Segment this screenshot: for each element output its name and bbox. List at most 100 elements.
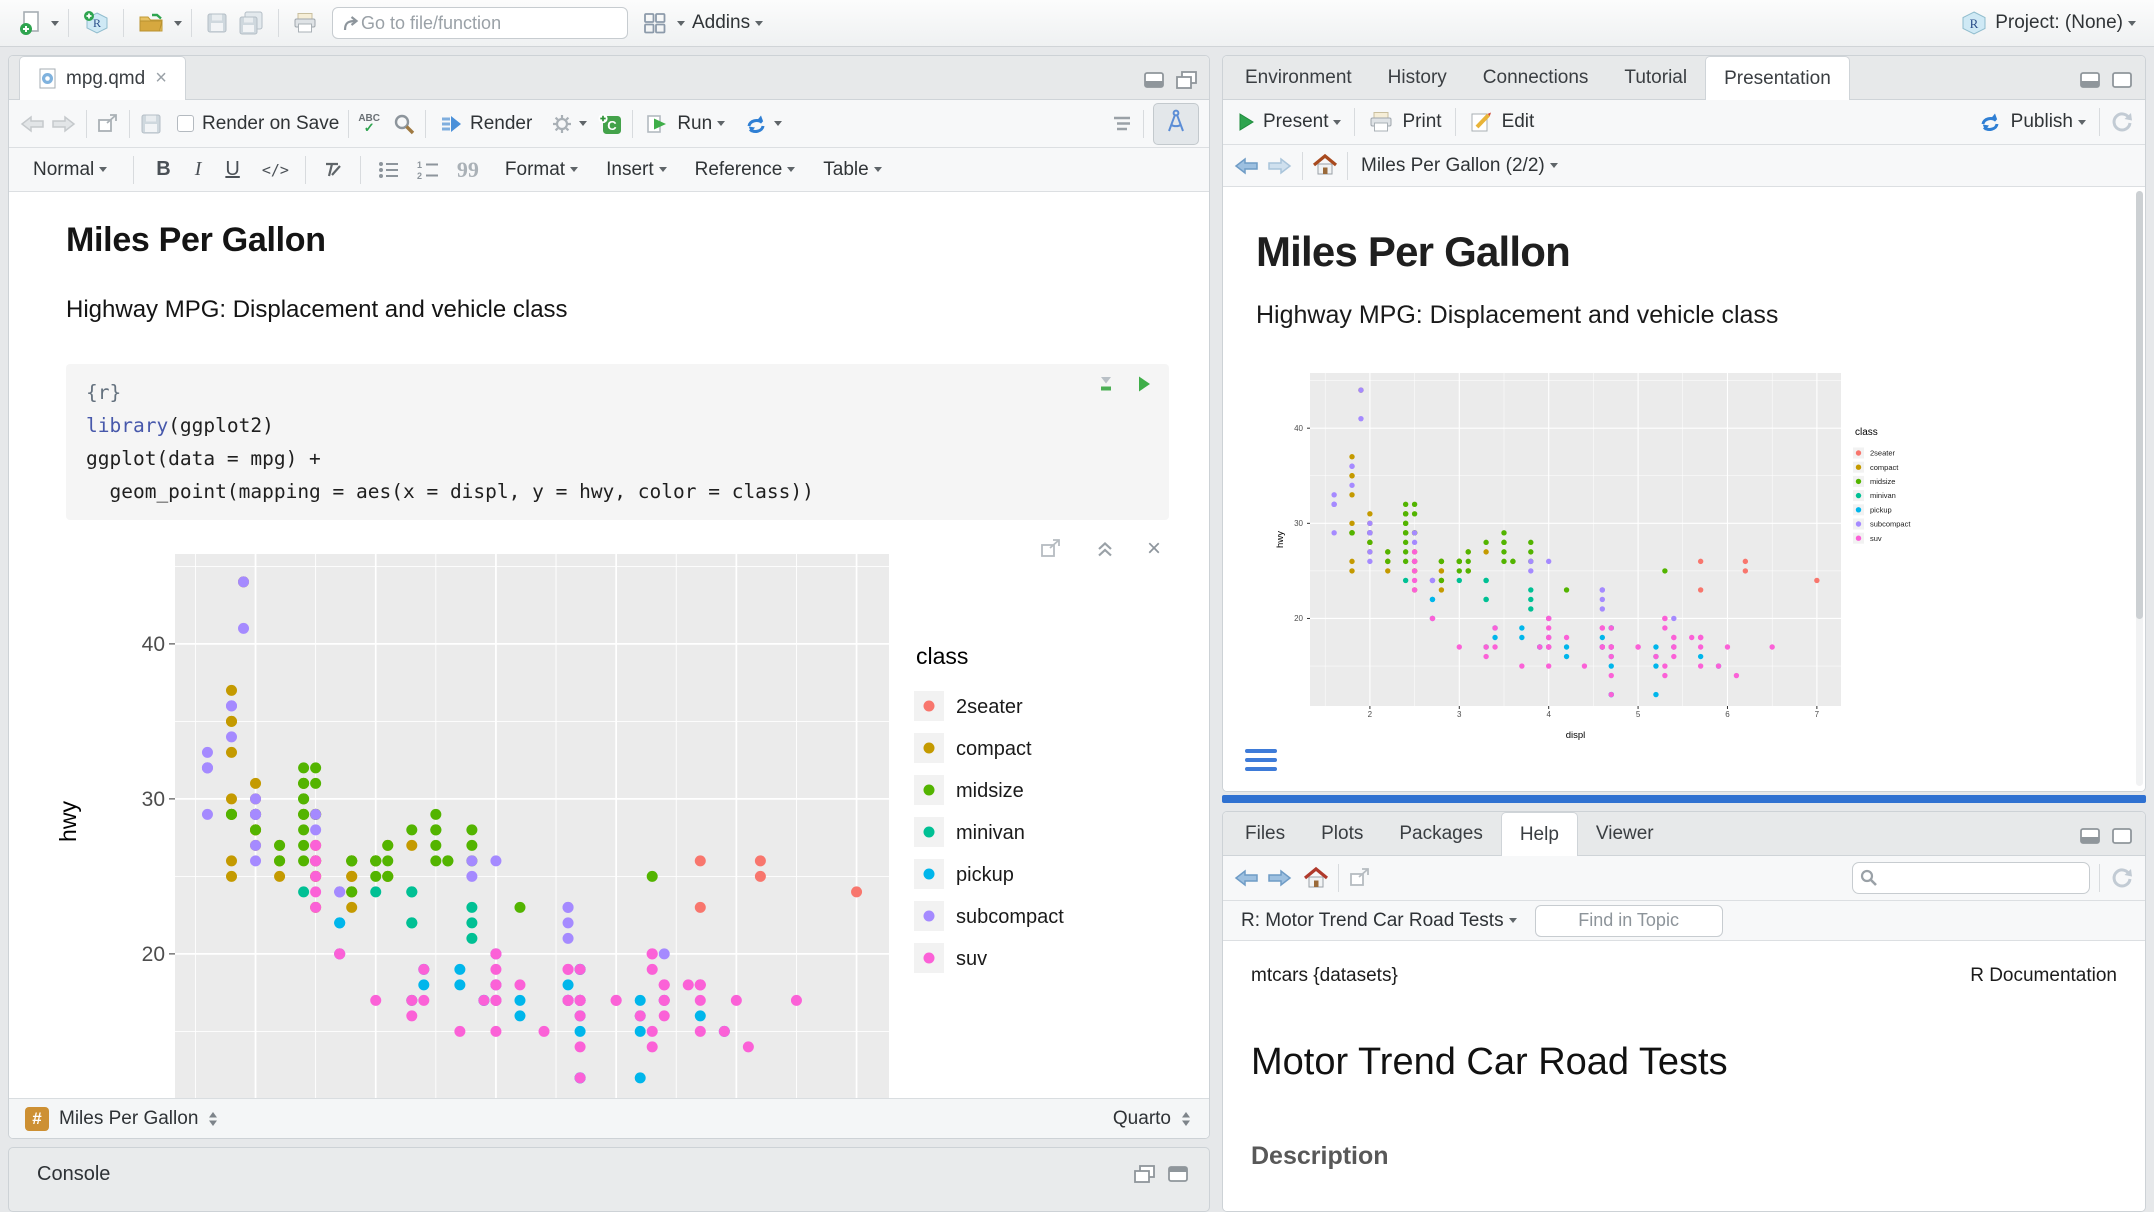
table-menu[interactable]: Table [819,156,885,184]
format-selector-arrows-icon[interactable] [1179,1110,1193,1128]
project-menu[interactable]: R Project: (None) [1956,7,2140,39]
maximize-pane-icon[interactable] [2111,827,2133,845]
console-title[interactable]: Console [37,1163,110,1186]
visual-editor-toggle[interactable] [1153,103,1199,145]
pane-layout-button[interactable] [638,8,672,38]
insert-chunk-icon[interactable]: C [597,112,623,136]
search-icon[interactable] [392,112,416,136]
open-file-button[interactable] [133,8,169,38]
tab-mpg-qmd[interactable]: mpg.qmd × [19,56,186,100]
minimize-pane-icon[interactable] [1143,71,1165,89]
reference-menu[interactable]: Reference [691,156,800,184]
doc-format-label[interactable]: Quarto [1113,1108,1171,1130]
help-home-icon[interactable] [1303,866,1329,891]
outline-icon[interactable] [1110,114,1134,134]
present-button[interactable]: Present [1233,108,1345,136]
refresh-presentation-icon[interactable] [2109,109,2135,135]
tab-history[interactable]: History [1370,56,1465,99]
new-project-button[interactable]: R [78,7,114,39]
tab-viewer[interactable]: Viewer [1578,812,1672,855]
help-topic-dropdown[interactable]: R: Motor Trend Car Road Tests [1241,910,1504,932]
collapse-output-icon[interactable] [1095,540,1115,558]
maximize-pane-icon[interactable] [2111,71,2133,89]
paragraph-style-dropdown[interactable]: Normal [29,156,111,184]
tab-close-icon[interactable]: × [155,67,167,90]
help-search-input[interactable] [1879,868,2069,888]
sync-caret[interactable] [774,121,782,126]
present-caret[interactable] [1333,120,1341,125]
render-on-save-checkbox[interactable]: Render on Save [177,113,339,135]
forward-icon[interactable] [51,113,77,135]
goto-file-input[interactable] [361,13,591,34]
minimize-pane-icon[interactable] [2079,827,2101,845]
tab-plots[interactable]: Plots [1303,812,1381,855]
run-button[interactable]: Run [642,110,729,138]
slide-forward-icon[interactable] [1267,155,1293,177]
code-line[interactable]: library(ggplot2) [86,409,1149,442]
publish-caret[interactable] [2078,120,2086,125]
run-chunk-icon[interactable] [1135,374,1153,394]
clear-format-icon[interactable] [322,160,344,180]
blockquote-icon[interactable]: 99 [457,157,479,183]
pane-layout-caret[interactable] [677,21,685,26]
output-popout-icon[interactable] [1039,538,1063,560]
outline-selector-arrows-icon[interactable] [206,1110,220,1128]
run-chunks-above-icon[interactable] [1095,374,1117,394]
help-refresh-icon[interactable] [2109,865,2135,891]
help-topic-caret[interactable] [1509,918,1517,923]
tab-environment[interactable]: Environment [1227,56,1370,99]
visual-editor-document[interactable]: Miles Per Gallon Highway MPG: Displaceme… [9,193,1209,1100]
publish-button[interactable]: Publish [1973,107,2090,137]
checkbox-icon[interactable] [177,115,194,132]
code-chunk[interactable]: {r}library(ggplot2)ggplot(data = mpg) + … [66,364,1169,520]
addins-caret[interactable] [755,21,763,26]
console-maximize-icon[interactable] [1167,1165,1189,1183]
home-icon[interactable] [1312,153,1338,178]
print-presentation-button[interactable]: Print [1364,107,1445,137]
tab-help[interactable]: Help [1501,812,1578,856]
italic-button[interactable]: I [195,158,202,181]
tab-presentation[interactable]: Presentation [1705,56,1850,100]
active-pane-divider[interactable] [1222,795,2146,803]
underline-button[interactable]: U [225,158,239,181]
help-back-icon[interactable] [1233,867,1259,889]
popout-icon[interactable] [96,113,120,135]
tab-files[interactable]: Files [1227,812,1303,855]
open-recent-caret[interactable] [174,21,182,26]
new-file-button[interactable] [14,7,46,39]
help-forward-icon[interactable] [1267,867,1293,889]
help-popout-icon[interactable] [1348,867,1372,889]
format-menu[interactable]: Format [501,156,582,184]
code-line[interactable]: geom_point(mapping = aes(x = displ, y = … [86,475,1149,508]
print-button[interactable] [288,8,322,38]
numbered-list-icon[interactable]: 12 [417,160,441,180]
slide-back-icon[interactable] [1233,155,1259,177]
find-in-topic-input[interactable] [1549,910,1709,931]
find-in-topic-box[interactable] [1535,905,1723,937]
slide-selector[interactable]: Miles Per Gallon (2/2) [1357,152,1562,180]
tab-tutorial[interactable]: Tutorial [1606,56,1705,99]
help-search-box[interactable] [1852,862,2090,894]
gear-icon[interactable] [550,112,574,136]
tab-connections[interactable]: Connections [1465,56,1607,99]
minimize-pane-icon[interactable] [2079,71,2101,89]
code-line[interactable]: ggplot(data = mpg) + [86,442,1149,475]
save-all-button[interactable] [233,7,269,39]
render-options-caret[interactable] [579,121,587,126]
bold-button[interactable]: B [156,158,170,181]
slide-menu-icon[interactable] [1245,749,1277,776]
render-button[interactable]: Render [435,110,536,138]
outline-location[interactable]: Miles Per Gallon [59,1108,198,1130]
back-icon[interactable] [19,113,45,135]
run-caret[interactable] [717,121,725,126]
save-icon-small[interactable] [139,112,163,136]
source-sync-button[interactable] [739,109,786,139]
insert-menu[interactable]: Insert [602,156,671,184]
goto-file-search[interactable] [332,7,628,39]
code-line[interactable]: {r} [86,376,1149,409]
save-button[interactable] [201,8,233,38]
close-output-icon[interactable]: × [1147,540,1161,558]
console-restore-icon[interactable] [1133,1165,1155,1183]
tab-packages[interactable]: Packages [1381,812,1500,855]
new-file-caret[interactable] [51,21,59,26]
